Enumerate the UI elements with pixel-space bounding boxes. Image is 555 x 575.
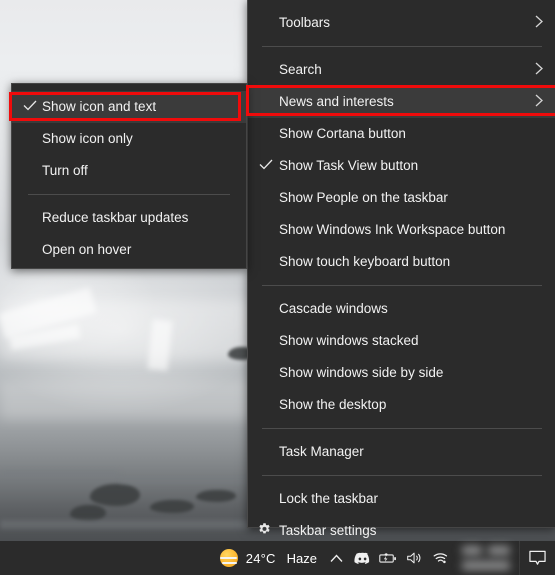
submenu-item-label: Show icon and text	[42, 99, 157, 115]
screen: Toolbars Search News and interests Show …	[0, 0, 555, 575]
menu-item-show-windows-ink-workspace-button[interactable]: Show Windows Ink Workspace button	[248, 214, 555, 246]
menu-item-show-task-view-button[interactable]: Show Task View button	[248, 150, 555, 182]
show-hidden-icons-icon[interactable]	[323, 541, 349, 575]
volume-icon[interactable]	[401, 541, 427, 575]
submenu-item-show-icon-and-text[interactable]: Show icon and text	[12, 91, 246, 123]
menu-separator	[262, 285, 542, 286]
taskbar[interactable]: 24°C Haze	[0, 541, 555, 575]
menu-item-label: Show Windows Ink Workspace button	[279, 222, 506, 238]
menu-item-label: Toolbars	[279, 15, 331, 31]
submenu-item-open-on-hover[interactable]: Open on hover	[12, 234, 246, 266]
menu-item-news-and-interests[interactable]: News and interests	[248, 86, 555, 118]
news-and-interests-submenu[interactable]: Show icon and text Show icon only Turn o…	[11, 83, 247, 269]
weather-condition: Haze	[286, 550, 317, 566]
menu-item-label: Show Cortana button	[279, 126, 406, 142]
menu-separator	[262, 475, 542, 476]
wallpaper-rock	[150, 500, 194, 513]
menu-item-label: Show the desktop	[279, 397, 387, 413]
menu-item-show-touch-keyboard-button[interactable]: Show touch keyboard button	[248, 246, 555, 278]
wallpaper-rock	[70, 505, 106, 521]
taskbar-weather-widget[interactable]: 24°C Haze	[213, 541, 323, 575]
menu-item-label: Show windows stacked	[279, 333, 419, 349]
discord-icon[interactable]	[349, 541, 375, 575]
wallpaper-streak	[0, 520, 250, 529]
menu-item-label: News and interests	[279, 94, 394, 110]
system-tray[interactable]	[323, 541, 453, 575]
menu-item-show-people-on-the-taskbar[interactable]: Show People on the taskbar	[248, 182, 555, 214]
wifi-icon[interactable]	[427, 541, 453, 575]
wallpaper-streak	[120, 478, 250, 484]
menu-item-show-windows-side-by-side[interactable]: Show windows side by side	[248, 357, 555, 389]
menu-item-label: Task Manager	[279, 444, 364, 460]
menu-item-lock-the-taskbar[interactable]: Lock the taskbar	[248, 483, 555, 515]
action-center-icon[interactable]	[519, 541, 555, 575]
menu-item-label: Taskbar settings	[279, 523, 377, 539]
submenu-item-label: Show icon only	[42, 131, 133, 147]
checkmark-icon	[23, 100, 37, 115]
submenu-item-label: Open on hover	[42, 242, 132, 258]
menu-separator	[262, 428, 542, 429]
menu-separator	[262, 46, 542, 47]
menu-item-label: Show touch keyboard button	[279, 254, 451, 270]
menu-item-cascade-windows[interactable]: Cascade windows	[248, 293, 555, 325]
gear-icon	[257, 522, 272, 540]
menu-item-toolbars[interactable]: Toolbars	[248, 7, 555, 39]
submenu-item-label: Turn off	[42, 163, 88, 179]
menu-item-task-manager[interactable]: Task Manager	[248, 436, 555, 468]
menu-item-label: Cascade windows	[279, 301, 388, 317]
chevron-right-icon	[535, 62, 543, 78]
battery-charging-icon[interactable]	[375, 541, 401, 575]
submenu-item-reduce-taskbar-updates[interactable]: Reduce taskbar updates	[12, 202, 246, 234]
weather-temperature: 24°C	[245, 550, 276, 566]
menu-item-label: Show Task View button	[279, 158, 419, 174]
wallpaper-rock	[196, 490, 236, 502]
submenu-item-label: Reduce taskbar updates	[42, 210, 189, 226]
menu-separator	[28, 194, 230, 195]
menu-item-label: Lock the taskbar	[279, 491, 379, 507]
chevron-right-icon	[535, 15, 543, 31]
taskbar-clock[interactable]	[459, 541, 517, 575]
submenu-item-turn-off[interactable]: Turn off	[12, 155, 246, 187]
sun-haze-icon	[219, 548, 239, 568]
wallpaper-highlight	[147, 319, 173, 371]
menu-item-label: Search	[279, 62, 322, 78]
submenu-item-show-icon-only[interactable]: Show icon only	[12, 123, 246, 155]
menu-item-label: Show windows side by side	[279, 365, 444, 381]
wallpaper-streak	[0, 470, 120, 477]
chevron-right-icon	[535, 94, 543, 110]
checkmark-icon	[259, 159, 273, 174]
taskbar-context-menu[interactable]: Toolbars Search News and interests Show …	[247, 0, 555, 537]
menu-item-label: Show People on the taskbar	[279, 190, 448, 206]
wallpaper-rock	[90, 484, 140, 506]
menu-item-show-windows-stacked[interactable]: Show windows stacked	[248, 325, 555, 357]
menu-item-search[interactable]: Search	[248, 54, 555, 86]
menu-item-show-cortana-button[interactable]: Show Cortana button	[248, 118, 555, 150]
menu-item-show-the-desktop[interactable]: Show the desktop	[248, 389, 555, 421]
